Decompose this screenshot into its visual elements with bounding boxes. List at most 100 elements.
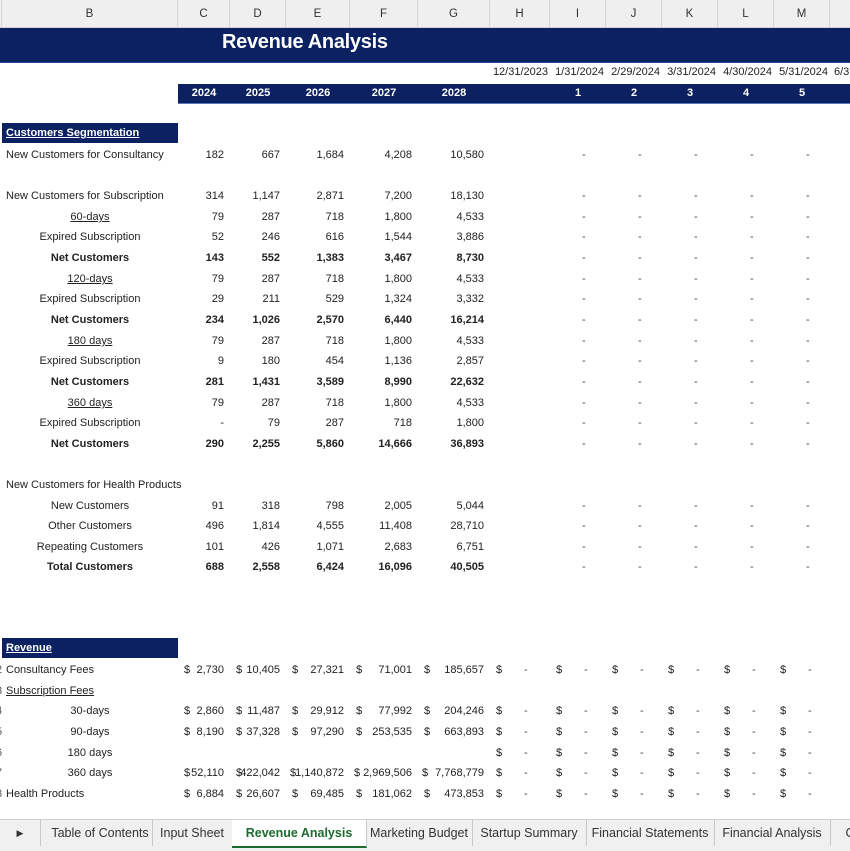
year-value: 7,768,779 (435, 767, 484, 779)
year-value: 287 (261, 397, 280, 409)
year-value: 3,467 (384, 252, 412, 264)
sheet-tab[interactable]: Input Sheet (152, 820, 233, 846)
month-value: - (694, 520, 698, 532)
currency-symbol: $ (724, 664, 731, 676)
year-value: 8,990 (384, 376, 412, 388)
column-header-h[interactable]: H (490, 0, 550, 27)
currency-symbol: $ (612, 705, 619, 717)
month-value: - (694, 561, 698, 573)
year-value: 77,992 (378, 705, 412, 717)
table-row: Net Customers 281 1,431 3,589 8,990 22,632 - - -… (0, 373, 850, 393)
customers-section-label: Customers Segmentation (6, 127, 140, 139)
column-header-k[interactable]: K (662, 0, 718, 27)
table-row: 180 days 79 287 718 1,800 4,533 - - - - - (0, 332, 850, 352)
year-value: 8,730 (456, 252, 484, 264)
year-value: 1,814 (252, 520, 280, 532)
month-value: - (638, 541, 642, 553)
column-header-b[interactable]: B (2, 0, 178, 27)
month-value: - (750, 417, 754, 429)
year-header: 2026 (305, 87, 331, 99)
table-row: Net Customers 143 552 1,383 3,467 8,730 - - - - - (0, 249, 850, 269)
year-value: 79 (211, 335, 224, 347)
month-value: - (696, 705, 700, 717)
row-label: 180 days (67, 747, 113, 759)
sheet-tab[interactable]: Financial Statements (586, 820, 715, 846)
month-value: - (638, 149, 642, 161)
year-value: 2,871 (316, 190, 344, 202)
year-value: 2,005 (384, 500, 412, 512)
column-header-j[interactable]: J (606, 0, 662, 27)
column-header-c[interactable]: C (178, 0, 230, 27)
sheet-tab[interactable]: Revenue Analysis (232, 820, 367, 848)
column-header-n[interactable] (830, 0, 850, 27)
column-header-i[interactable]: I (550, 0, 606, 27)
month-value: - (696, 767, 700, 779)
column-header-f[interactable]: F (350, 0, 418, 27)
sheet-tab[interactable]: Table of Contents (48, 820, 153, 846)
month-value: - (752, 705, 756, 717)
month-value: - (638, 190, 642, 202)
month-value: - (694, 293, 698, 305)
column-header-l[interactable]: L (718, 0, 774, 27)
currency-symbol: $ (668, 664, 675, 676)
year-value: 454 (325, 355, 344, 367)
row-label: Net Customers (50, 438, 130, 450)
column-header-e[interactable]: E (286, 0, 350, 27)
sheet-tab[interactable]: Marketing Budget (366, 820, 473, 846)
year-value: 314 (205, 190, 224, 202)
month-value: - (582, 520, 586, 532)
year-value: 91 (211, 500, 224, 512)
year-value: 1,383 (316, 252, 344, 264)
year-value: 246 (261, 231, 280, 243)
month-value: - (584, 705, 588, 717)
year-value: 10,580 (450, 149, 484, 161)
scroll-tabs-right-icon[interactable]: ▶ (0, 820, 41, 846)
year-value: 2,683 (384, 541, 412, 553)
year-value: 9 (217, 355, 224, 367)
currency-symbol: $ (496, 788, 503, 800)
table-row: 6180 days$-$-$-$-$-$- (0, 744, 850, 764)
currency-symbol: $ (668, 788, 675, 800)
month-value: - (582, 500, 586, 512)
currency-symbol: $ (612, 767, 619, 779)
currency-symbol: $ (780, 726, 787, 738)
sheet-title: Revenue Analysis (222, 31, 388, 53)
row-label: 360 days (67, 767, 113, 779)
year-value: 1,800 (384, 397, 412, 409)
currency-symbol: $ (612, 726, 619, 738)
year-value: 28,710 (450, 520, 484, 532)
month-value: - (582, 376, 586, 388)
month-number-header: 5 (798, 87, 806, 99)
sheet-tab[interactable]: Startup Summary (472, 820, 587, 846)
table-row: Repeating Customers 101 426 1,071 2,683 6,751… (0, 538, 850, 558)
column-header-d[interactable]: D (230, 0, 286, 27)
month-value: - (808, 788, 812, 800)
month-value: - (694, 541, 698, 553)
year-value: 663,893 (444, 726, 484, 738)
month-value: - (808, 705, 812, 717)
year-value: 798 (325, 500, 344, 512)
currency-symbol: $ (496, 705, 503, 717)
month-value: - (750, 273, 754, 285)
month-value: - (694, 376, 698, 388)
year-header: 2024 (191, 87, 217, 99)
table-row: 2Consultancy Fees $2,730 $10,405 $27,321 $71… (0, 661, 850, 681)
year-value: 5,860 (316, 438, 344, 450)
year-value: 29 (211, 293, 224, 305)
column-header-g[interactable]: G (418, 0, 490, 27)
month-value: - (694, 335, 698, 347)
sheet-tab[interactable]: Financial Analysis (714, 820, 831, 846)
month-value: - (750, 541, 754, 553)
year-value: 22,632 (450, 376, 484, 388)
month-value: - (808, 726, 812, 738)
month-value: - (584, 664, 588, 676)
month-value: - (638, 252, 642, 264)
month-value: - (640, 788, 644, 800)
column-header-m[interactable]: M (774, 0, 830, 27)
sheet-tab[interactable]: C (830, 820, 850, 846)
year-value: 688 (205, 561, 224, 573)
year-value: 10,405 (246, 664, 280, 676)
month-value: - (806, 417, 810, 429)
year-value: 718 (393, 417, 412, 429)
month-value: - (752, 664, 756, 676)
